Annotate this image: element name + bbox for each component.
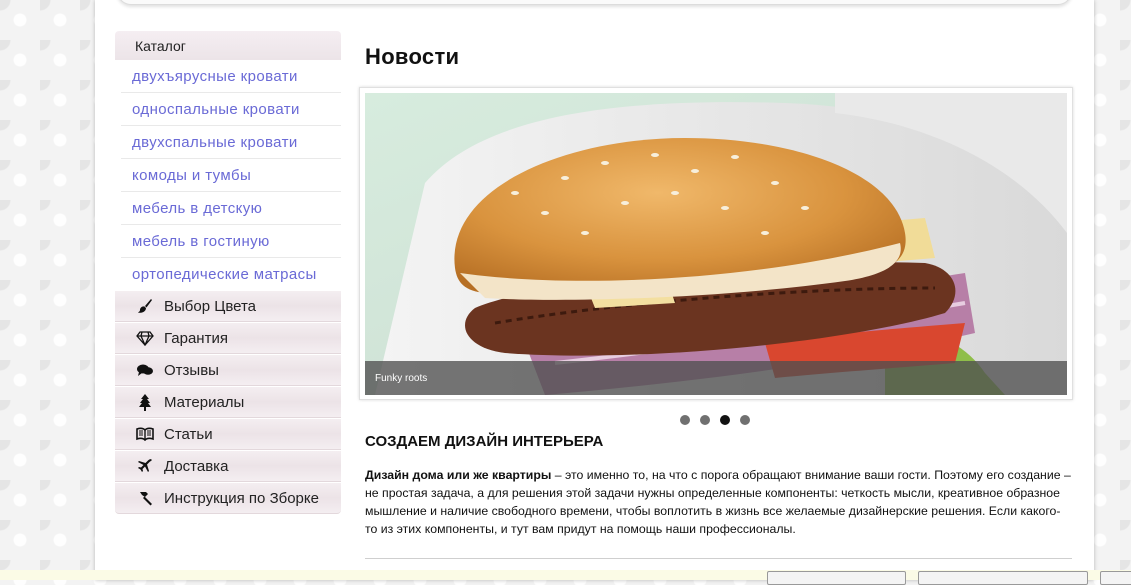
menu-item-delivery[interactable]: Доставка bbox=[115, 451, 341, 482]
menu-item-label: Материалы bbox=[164, 393, 245, 411]
book-icon bbox=[135, 425, 155, 443]
catalog-header: Каталог bbox=[115, 31, 341, 60]
menu-item-materials[interactable]: Материалы bbox=[115, 387, 341, 418]
catalog-item-double-beds[interactable]: двухспальные кровати bbox=[121, 126, 341, 159]
catalog-link[interactable]: ортопедические матрасы bbox=[132, 266, 317, 283]
hammer-icon bbox=[135, 489, 155, 507]
header-bar bbox=[117, 0, 1072, 5]
article-paragraph: Дизайн дома или же квартиры – это именно… bbox=[365, 466, 1072, 538]
slide-caption-bar: Funky roots bbox=[365, 361, 1067, 395]
burger-photo bbox=[365, 93, 1067, 395]
menu-item-articles[interactable]: Статьи bbox=[115, 419, 341, 450]
catalog-item-mattresses[interactable]: ортопедические матрасы bbox=[121, 258, 341, 290]
catalog-link[interactable]: двухспальные кровати bbox=[132, 134, 298, 151]
page-container: Каталог двухъярусные кровати односпальны… bbox=[95, 0, 1094, 580]
airplane-icon bbox=[135, 457, 155, 475]
menu-item-reviews[interactable]: Отзывы bbox=[115, 355, 341, 386]
catalog-link[interactable]: комоды и тумбы bbox=[132, 167, 251, 184]
divider bbox=[365, 558, 1072, 559]
catalog-item-bunk-beds[interactable]: двухъярусные кровати bbox=[121, 60, 341, 93]
slider-dot-4[interactable] bbox=[740, 415, 750, 425]
slider-pagination bbox=[680, 415, 750, 425]
menu-item-label: Статьи bbox=[164, 425, 213, 443]
catalog-item-single-beds[interactable]: односпальные кровати bbox=[121, 93, 341, 126]
slider-dot-3-active[interactable] bbox=[720, 415, 730, 425]
catalog-link[interactable]: односпальные кровати bbox=[132, 101, 300, 118]
catalog-link[interactable]: мебель в детскую bbox=[132, 200, 262, 217]
menu-item-label: Инструкция по Зборке bbox=[164, 489, 319, 507]
catalog-item-kids-furniture[interactable]: мебель в детскую bbox=[121, 192, 341, 225]
tree-icon bbox=[135, 393, 155, 411]
brush-icon bbox=[135, 297, 155, 315]
catalog-item-living-room[interactable]: мебель в гостиную bbox=[121, 225, 341, 258]
slide-image[interactable]: Funky roots bbox=[365, 93, 1067, 395]
menu-item-label: Доставка bbox=[164, 457, 229, 475]
catalog-item-dressers[interactable]: комоды и тумбы bbox=[121, 159, 341, 192]
menu-item-color-choice[interactable]: Выбор Цвета bbox=[115, 291, 341, 322]
menu-item-label: Гарантия bbox=[164, 329, 228, 347]
slide-caption: Funky roots bbox=[375, 373, 428, 384]
catalog-link[interactable]: мебель в гостиную bbox=[132, 233, 270, 250]
bottom-button-1[interactable] bbox=[767, 571, 906, 585]
image-slider[interactable]: Funky roots bbox=[359, 87, 1073, 400]
page-title: Новости bbox=[365, 44, 460, 69]
paragraph-bold-lead: Дизайн дома или же квартиры bbox=[365, 468, 552, 482]
menu-item-assembly-guide[interactable]: Инструкция по Зборке bbox=[115, 483, 341, 514]
menu-item-label: Выбор Цвета bbox=[164, 297, 257, 315]
slider-dot-1[interactable] bbox=[680, 415, 690, 425]
bottom-button-2[interactable] bbox=[918, 571, 1088, 585]
comments-icon bbox=[135, 361, 155, 379]
slider-dot-2[interactable] bbox=[700, 415, 710, 425]
menu-item-label: Отзывы bbox=[164, 361, 219, 379]
section-heading: СОЗДАЕМ ДИЗАЙН ИНТЕРЬЕРА bbox=[365, 433, 604, 450]
menu-item-warranty[interactable]: Гарантия bbox=[115, 323, 341, 354]
bottom-button-3[interactable] bbox=[1100, 571, 1131, 585]
catalog-link[interactable]: двухъярусные кровати bbox=[132, 68, 298, 85]
sidebar: Каталог двухъярусные кровати односпальны… bbox=[115, 31, 341, 514]
diamond-icon bbox=[135, 329, 155, 347]
